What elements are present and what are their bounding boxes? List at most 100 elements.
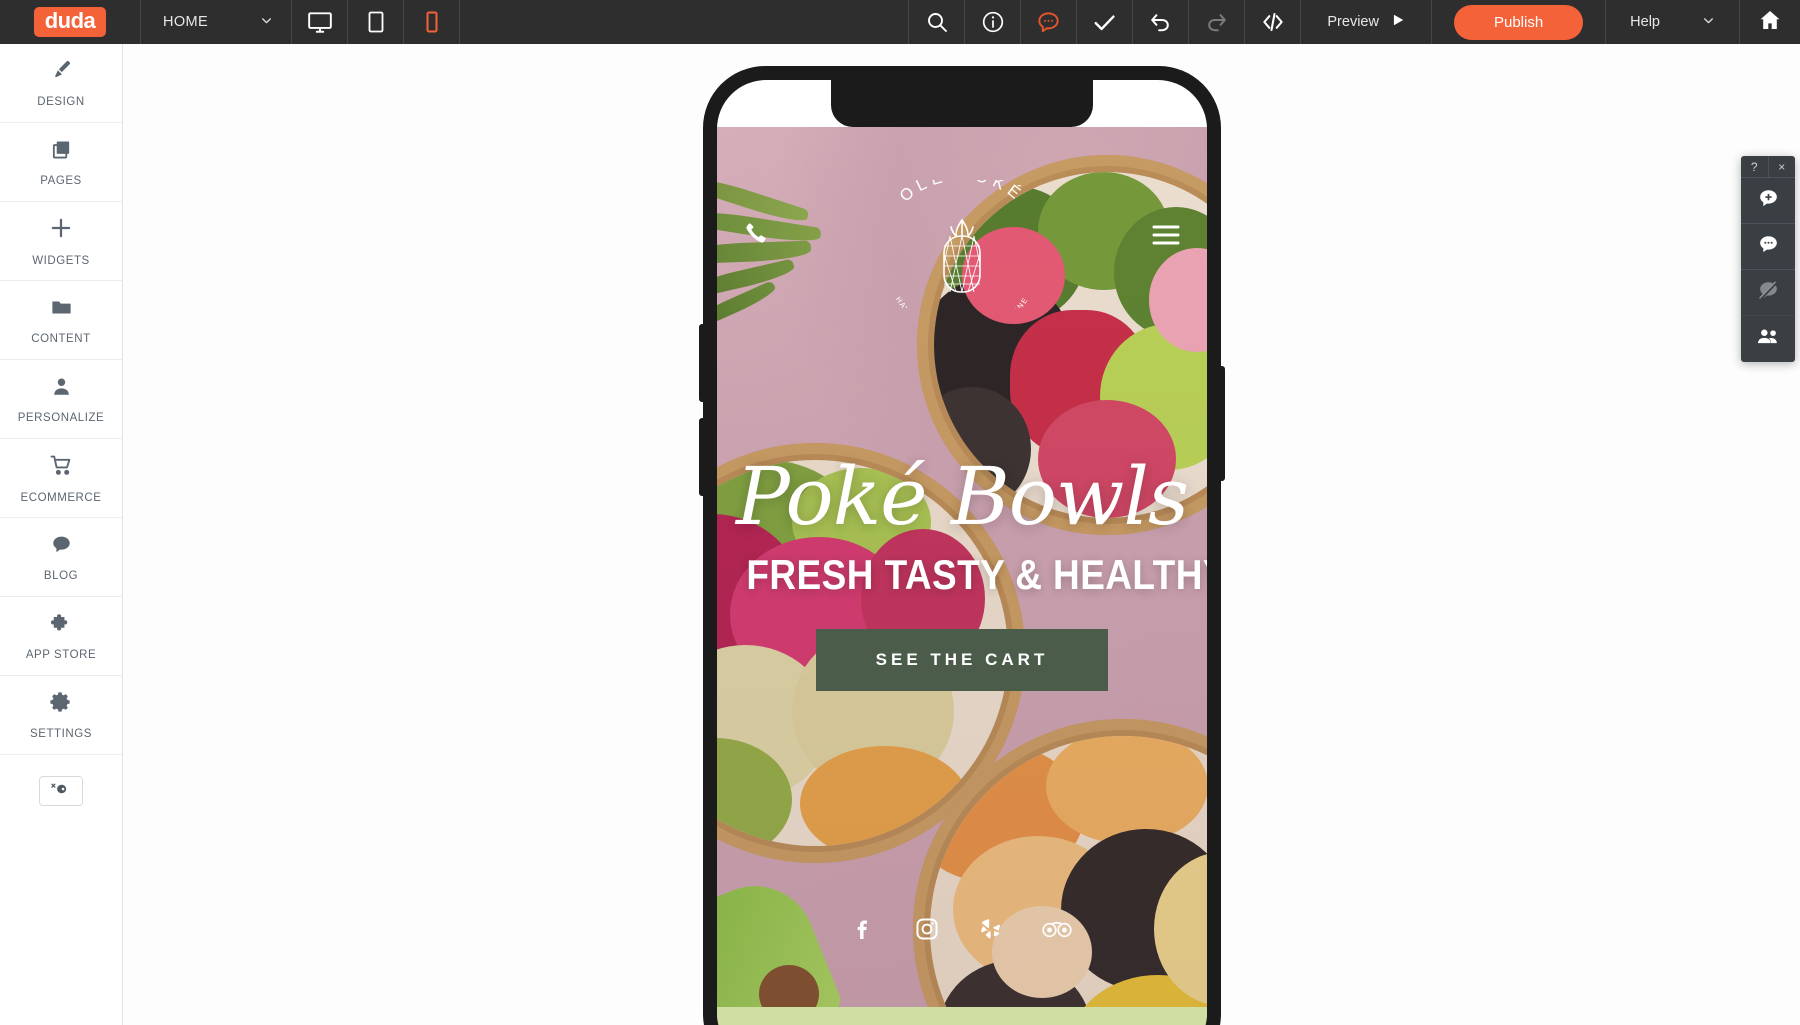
paintbrush-icon xyxy=(49,58,73,87)
yelp-icon[interactable] xyxy=(978,916,1002,947)
device-desktop-button[interactable] xyxy=(292,0,347,44)
undo-button[interactable] xyxy=(1133,0,1188,44)
people-icon xyxy=(1756,324,1781,354)
comments-button[interactable] xyxy=(1021,0,1076,44)
page-selector[interactable]: HOME xyxy=(141,0,291,44)
sidebar-item-label: CONTENT xyxy=(31,332,91,345)
help-menu[interactable]: Help xyxy=(1606,0,1739,44)
comment-panel-header: ? × xyxy=(1741,156,1795,178)
comment-panel-help-button[interactable]: ? xyxy=(1741,156,1769,177)
view-comments-button[interactable] xyxy=(1741,224,1795,270)
sidebar-item-label: SETTINGS xyxy=(30,728,92,740)
phone-link[interactable] xyxy=(743,220,770,252)
sidebar-item-personalize[interactable]: PERSONALIZE xyxy=(0,360,122,439)
eye-slash-icon xyxy=(49,780,73,803)
device-notch xyxy=(831,80,1093,127)
hero-subtitle: FRESH TASTY & HEALTHY xyxy=(746,551,1207,598)
undo-icon xyxy=(1148,10,1173,35)
publish-wrap: Publish xyxy=(1432,0,1605,44)
code-brackets-icon xyxy=(1260,9,1286,35)
sidebar-item-label: APP STORE xyxy=(25,649,97,661)
svg-text:OLÉ POKÉ: OLÉ POKÉ xyxy=(896,180,1028,206)
hidden-elements-wrap xyxy=(0,755,122,827)
gear-icon xyxy=(49,690,73,719)
top-toolbar: duda HOME Preview Publish Help xyxy=(0,0,1800,44)
phone-icon xyxy=(743,223,770,251)
sidebar-item-widgets[interactable]: WIDGETS xyxy=(0,202,122,281)
check-icon xyxy=(1092,10,1117,35)
page-selector-label: HOME xyxy=(163,14,209,30)
device-screen[interactable]: OLÉ POKÉ HAWAIIAN POKE BOWLS CUISINE xyxy=(717,80,1207,1025)
social-links xyxy=(717,916,1207,947)
next-section-band[interactable] xyxy=(717,1007,1207,1025)
volume-up-button xyxy=(699,324,704,402)
sidebar-item-label: ECOMMERCE xyxy=(20,491,102,504)
chevron-down-icon xyxy=(260,14,273,31)
see-the-cart-button[interactable]: SEE THE CART xyxy=(815,629,1109,691)
add-comment-button[interactable] xyxy=(1741,178,1795,224)
facebook-icon[interactable] xyxy=(850,916,876,947)
sidebar-item-blog[interactable]: BLOG xyxy=(0,518,122,597)
sidebar-item-app-store[interactable]: APP STORE xyxy=(0,597,122,676)
duda-logo-text: duda xyxy=(33,6,107,38)
info-circle-icon xyxy=(981,10,1005,34)
home-button[interactable] xyxy=(1740,0,1800,44)
chevron-down-icon xyxy=(1702,14,1715,31)
sidebar-item-content[interactable]: CONTENT xyxy=(0,281,122,360)
sidebar-item-ecommerce[interactable]: ECOMMERCE xyxy=(0,439,122,518)
site-header: OLÉ POKÉ HAWAIIAN POKE BOWLS CUISINE xyxy=(717,172,1207,308)
preview-button[interactable]: Preview xyxy=(1301,0,1431,44)
comment-panel-close-button[interactable]: × xyxy=(1769,156,1796,177)
mobile-menu-button[interactable] xyxy=(1151,224,1181,251)
hidden-elements-toggle[interactable] xyxy=(39,776,83,806)
hero-content: Poké Bowls FRESH TASTY & HEALTHY SEE THE… xyxy=(717,457,1207,691)
search-icon xyxy=(925,10,949,34)
pages-icon xyxy=(50,138,73,166)
instagram-icon[interactable] xyxy=(914,916,940,947)
volume-down-button xyxy=(699,418,704,496)
duda-logo[interactable]: duda xyxy=(0,0,140,44)
publish-button[interactable]: Publish xyxy=(1453,4,1584,40)
mobile-device-frame: OLÉ POKÉ HAWAIIAN POKE BOWLS CUISINE xyxy=(699,66,1225,1025)
sidebar-item-label: DESIGN xyxy=(37,96,85,108)
search-button[interactable] xyxy=(909,0,964,44)
hide-comments-button[interactable] xyxy=(1741,270,1795,316)
device-mobile-button[interactable] xyxy=(404,0,459,44)
cart-icon xyxy=(49,453,74,483)
power-button xyxy=(1220,366,1225,481)
redo-button[interactable] xyxy=(1189,0,1244,44)
tripadvisor-icon[interactable] xyxy=(1040,916,1074,947)
hamburger-menu-icon xyxy=(1151,225,1181,250)
sidebar-item-label: WIDGETS xyxy=(32,255,90,267)
desktop-icon xyxy=(307,9,333,35)
approve-button[interactable] xyxy=(1077,0,1132,44)
pineapple-icon xyxy=(930,214,994,305)
mobile-icon xyxy=(420,10,444,34)
hero-section[interactable]: OLÉ POKÉ HAWAIIAN POKE BOWLS CUISINE xyxy=(717,127,1207,1007)
left-sidebar: DESIGN PAGES WIDGETS CONTENT PERSONALIZE xyxy=(0,44,123,1025)
preview-label: Preview xyxy=(1327,14,1379,30)
puzzle-piece-icon xyxy=(49,611,73,640)
play-icon xyxy=(1391,13,1405,31)
code-button[interactable] xyxy=(1245,0,1300,44)
sidebar-item-label: BLOG xyxy=(43,569,79,582)
device-tablet-button[interactable] xyxy=(348,0,403,44)
editor-canvas[interactable]: OLÉ POKÉ HAWAIIAN POKE BOWLS CUISINE xyxy=(123,44,1800,1025)
comment-slash-icon xyxy=(1757,279,1780,307)
sidebar-item-label: PAGES xyxy=(40,174,82,187)
sidebar-item-settings[interactable]: SETTINGS xyxy=(0,676,122,755)
info-button[interactable] xyxy=(965,0,1020,44)
redo-icon xyxy=(1204,10,1229,35)
comment-bubble-icon xyxy=(1036,10,1061,35)
comment-plus-icon xyxy=(1757,187,1780,215)
person-icon xyxy=(50,375,73,403)
team-members-button[interactable] xyxy=(1741,316,1795,362)
sidebar-item-design[interactable]: DESIGN xyxy=(0,44,122,123)
tablet-icon xyxy=(364,10,388,34)
site-logo[interactable]: OLÉ POKÉ HAWAIIAN POKE BOWLS CUISINE xyxy=(862,180,1062,308)
hero-title: Poké Bowls xyxy=(735,450,1189,543)
sidebar-item-pages[interactable]: PAGES xyxy=(0,123,122,202)
comment-tools-panel: ? × xyxy=(1741,156,1795,362)
chat-bubble-icon xyxy=(50,533,73,561)
